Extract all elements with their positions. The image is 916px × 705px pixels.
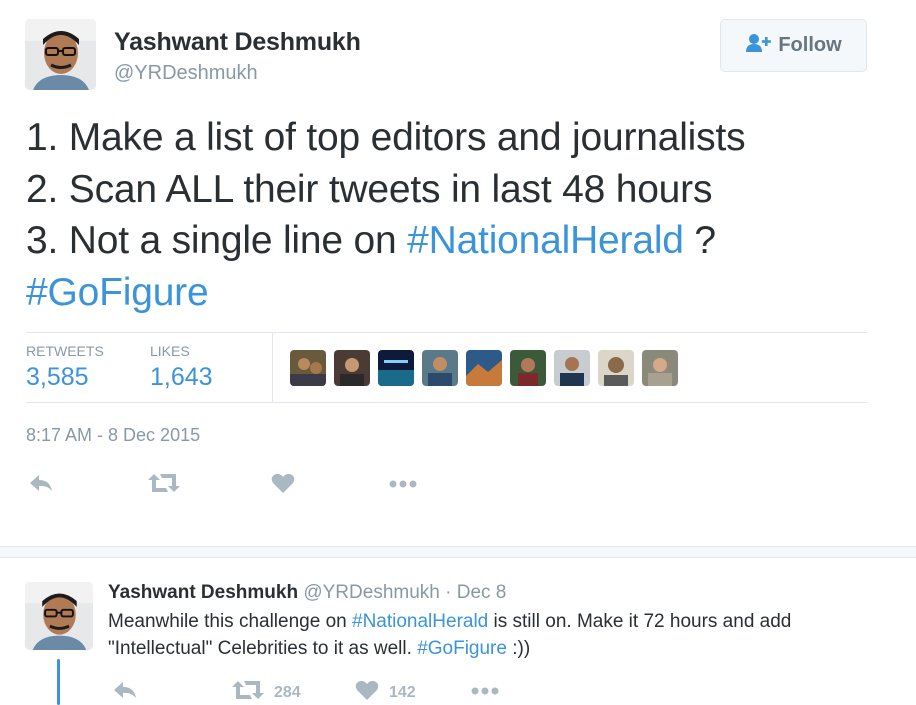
- follow-button[interactable]: Follow: [720, 19, 867, 72]
- reply-date[interactable]: Dec 8: [457, 582, 507, 603]
- liker-avatar[interactable]: [510, 350, 546, 386]
- liker-avatar[interactable]: [642, 350, 678, 386]
- tweet-line: 1. Make a list of top editors and journa…: [26, 116, 746, 159]
- retweet-icon: [148, 472, 180, 499]
- tweet-timestamp[interactable]: 8:17 AM - 8 Dec 2015: [26, 425, 200, 446]
- tweet-text: 1. Make a list of top editors and journa…: [26, 112, 886, 318]
- retweet-button[interactable]: [148, 472, 180, 499]
- hashtag-link[interactable]: #NationalHerald: [407, 219, 684, 262]
- retweet-icon: [232, 679, 264, 705]
- reply-like-button[interactable]: 142: [355, 679, 416, 705]
- tweet-line: 3. Not a single line on #NationalHerald …: [26, 215, 886, 267]
- reply-text: Meanwhile this challenge on #NationalHer…: [108, 608, 898, 662]
- reply-actions: 284 142: [112, 679, 532, 703]
- reply-icon: [112, 679, 138, 705]
- reply-retweet-button[interactable]: 284: [232, 679, 301, 705]
- more-icon: [470, 679, 500, 705]
- liker-avatar[interactable]: [598, 350, 634, 386]
- heart-icon: [271, 472, 295, 499]
- liker-avatar[interactable]: [290, 350, 326, 386]
- liker-avatar[interactable]: [378, 350, 414, 386]
- thread-connector: [57, 659, 60, 705]
- heart-icon: [355, 679, 379, 705]
- reply-header: Yashwant Deshmukh @YRDeshmukh · Dec 8: [108, 582, 506, 604]
- reply-author-name[interactable]: Yashwant Deshmukh: [108, 582, 298, 603]
- liker-avatars: [290, 350, 678, 386]
- reply-button[interactable]: [28, 472, 54, 499]
- reply-more-button[interactable]: [470, 679, 500, 705]
- reply-icon: [28, 472, 54, 499]
- reply-retweet-count: 284: [274, 683, 301, 701]
- like-button[interactable]: [271, 472, 295, 499]
- reply-like-count: 142: [389, 683, 416, 701]
- likes-stat[interactable]: LIKES 1,643: [150, 343, 213, 392]
- tweet-line-text: ?: [683, 219, 716, 262]
- likes-label: LIKES: [150, 343, 190, 359]
- follow-label: Follow: [778, 34, 842, 56]
- hashtag-link[interactable]: #GoFigure: [417, 638, 507, 659]
- hashtag-link[interactable]: #NationalHerald: [352, 611, 488, 632]
- retweets-label: RETWEETS: [26, 343, 104, 359]
- tweet-line-text: 3. Not a single line on: [26, 219, 408, 262]
- reply-author-avatar[interactable]: [25, 582, 93, 650]
- reply-separator: ·: [439, 582, 457, 603]
- reply-reply-button[interactable]: [112, 679, 138, 705]
- tweet-stats: RETWEETS 3,585 LIKES 1,643: [26, 332, 867, 403]
- stats-divider: [272, 333, 273, 402]
- author-avatar[interactable]: [25, 19, 96, 90]
- follow-person-icon: [745, 33, 772, 58]
- liker-avatar[interactable]: [422, 350, 458, 386]
- reply-text-part: :)): [506, 638, 531, 659]
- more-button[interactable]: [388, 472, 418, 499]
- likes-count: 1,643: [150, 363, 213, 391]
- liker-avatar[interactable]: [466, 350, 502, 386]
- author-handle[interactable]: @YRDeshmukh: [114, 62, 258, 85]
- more-icon: [388, 472, 418, 499]
- retweets-count: 3,585: [26, 363, 89, 391]
- tweet-line: 2. Scan ALL their tweets in last 48 hour…: [26, 167, 713, 211]
- hashtag-link[interactable]: #GoFigure: [26, 271, 209, 314]
- liker-avatar[interactable]: [334, 350, 370, 386]
- liker-avatar[interactable]: [554, 350, 590, 386]
- tweet-line: #GoFigure: [26, 267, 886, 319]
- thread-separator: [0, 546, 916, 558]
- author-name[interactable]: Yashwant Deshmukh: [114, 28, 361, 57]
- reply-text-part: Meanwhile this challenge on: [108, 611, 352, 632]
- retweets-stat[interactable]: RETWEETS 3,585: [26, 343, 104, 392]
- tweet-actions: [28, 472, 428, 498]
- reply-author-handle[interactable]: @YRDeshmukh: [303, 582, 440, 603]
